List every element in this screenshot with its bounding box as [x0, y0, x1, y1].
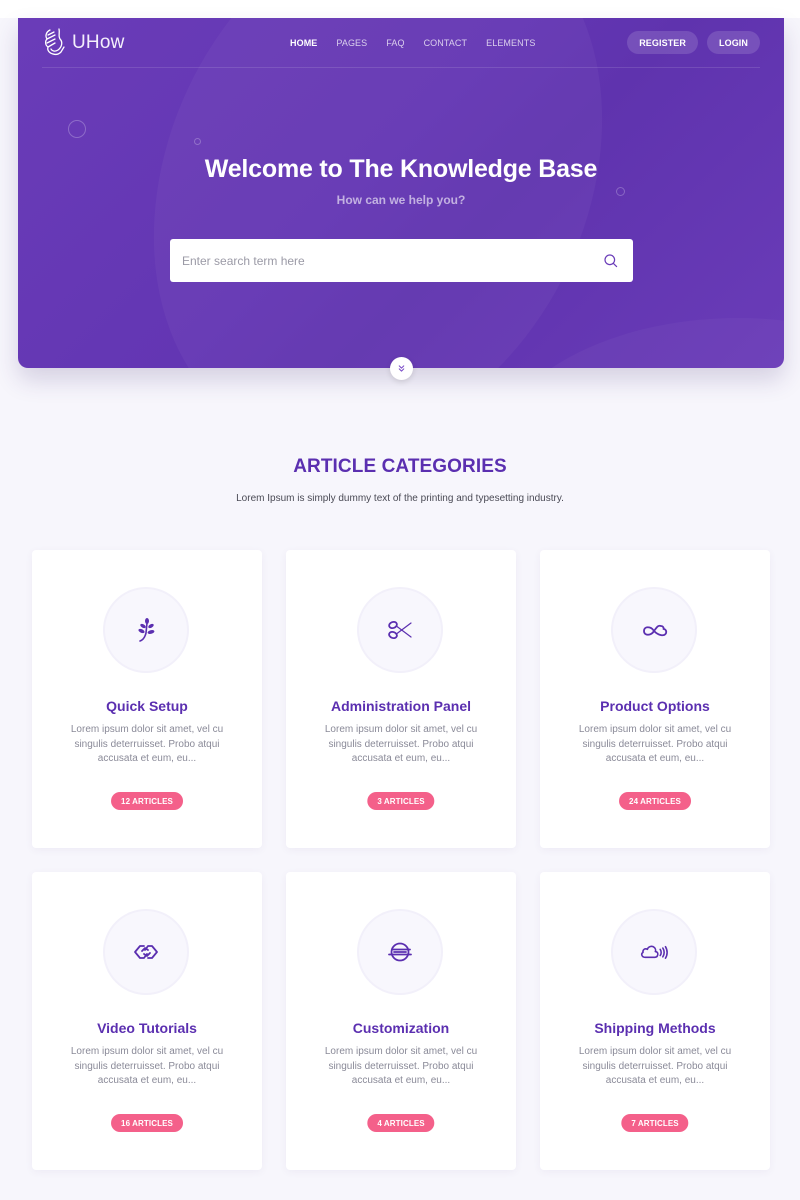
- cloud-signal-icon: [640, 945, 668, 959]
- article-count-badge[interactable]: 7 ARTICLES: [621, 1114, 689, 1132]
- card-title: Administration Panel: [330, 698, 472, 714]
- icon-circle: [611, 587, 697, 673]
- decorative-ring: [194, 138, 201, 145]
- scroll-down-button[interactable]: [390, 357, 413, 380]
- brand-name: UHow: [72, 31, 125, 53]
- section-subtitle: Lorem Ipsum is simply dummy text of the …: [236, 493, 564, 504]
- top-strip: [0, 0, 800, 18]
- scissors-icon: [388, 620, 412, 640]
- card-title: Quick Setup: [106, 698, 188, 714]
- search-button[interactable]: [601, 251, 621, 271]
- register-button[interactable]: REGISTER: [627, 31, 698, 54]
- brand-logo[interactable]: UHow: [42, 27, 125, 59]
- cloud-infinity-icon: [643, 624, 668, 637]
- category-card-video-tutorials[interactable]: Video Tutorials Lorem ipsum dolor sit am…: [32, 872, 262, 1170]
- card-description: Lorem ipsum dolor sit amet, vel cu singu…: [324, 1046, 478, 1086]
- section-title: ARTICLE CATEGORIES: [293, 456, 507, 477]
- nav-link-pages[interactable]: PAGES: [336, 38, 367, 48]
- category-card-product-options[interactable]: Product Options Lorem ipsum dolor sit am…: [540, 550, 770, 848]
- article-count-badge[interactable]: 24 ARTICLES: [619, 792, 691, 810]
- nav-link-home[interactable]: HOME: [290, 38, 317, 48]
- leaf-icon: [138, 618, 155, 642]
- navbar: UHow HOME PAGES FAQ CONTACT ELEMENTS REG…: [42, 18, 760, 68]
- login-button[interactable]: LOGIN: [707, 31, 760, 54]
- article-count-badge[interactable]: 12 ARTICLES: [111, 792, 183, 810]
- card-description: Lorem ipsum dolor sit amet, vel cu singu…: [70, 1046, 224, 1086]
- icon-circle: [357, 909, 443, 995]
- icon-circle: [103, 587, 189, 673]
- card-title: Customization: [352, 1020, 450, 1036]
- nav-link-elements[interactable]: ELEMENTS: [486, 38, 535, 48]
- auth-buttons: REGISTER LOGIN: [627, 31, 760, 54]
- category-card-quick-setup[interactable]: Quick Setup Lorem ipsum dolor sit amet, …: [32, 550, 262, 848]
- linked-diamonds-icon: [134, 945, 158, 959]
- card-description: Lorem ipsum dolor sit amet, vel cu singu…: [324, 724, 478, 764]
- card-title: Shipping Methods: [594, 1020, 716, 1036]
- card-title: Product Options: [600, 698, 710, 714]
- icon-circle: [357, 587, 443, 673]
- search-box: [170, 239, 633, 282]
- card-description: Lorem ipsum dolor sit amet, vel cu singu…: [578, 1046, 732, 1086]
- hand-holding-logo-icon: [44, 27, 65, 55]
- card-description: Lorem ipsum dolor sit amet, vel cu singu…: [70, 724, 224, 764]
- search-input[interactable]: [182, 253, 601, 268]
- search-icon: [604, 253, 618, 267]
- card-description: Lorem ipsum dolor sit amet, vel cu singu…: [578, 724, 732, 764]
- nav-link-faq[interactable]: FAQ: [386, 38, 404, 48]
- category-card-customization[interactable]: Customization Lorem ipsum dolor sit amet…: [286, 872, 516, 1170]
- nav-links: HOME PAGES FAQ CONTACT ELEMENTS: [290, 18, 554, 68]
- hero-title: Welcome to The Knowledge Base: [204, 155, 598, 183]
- hero-banner: UHow HOME PAGES FAQ CONTACT ELEMENTS REG…: [18, 18, 784, 368]
- article-count-badge[interactable]: 3 ARTICLES: [367, 792, 435, 810]
- double-chevron-down-icon: [398, 365, 405, 372]
- icon-circle: [103, 909, 189, 995]
- decorative-ring: [68, 120, 86, 138]
- planet-lines-icon: [388, 942, 412, 962]
- category-card-administration-panel[interactable]: Administration Panel Lorem ipsum dolor s…: [286, 550, 516, 848]
- article-count-badge[interactable]: 4 ARTICLES: [367, 1114, 435, 1132]
- article-count-badge[interactable]: 16 ARTICLES: [111, 1114, 183, 1132]
- category-card-shipping-methods[interactable]: Shipping Methods Lorem ipsum dolor sit a…: [540, 872, 770, 1170]
- hero-subtitle: How can we help you?: [336, 193, 466, 207]
- icon-circle: [611, 909, 697, 995]
- card-title: Video Tutorials: [97, 1020, 197, 1036]
- nav-link-contact[interactable]: CONTACT: [424, 38, 468, 48]
